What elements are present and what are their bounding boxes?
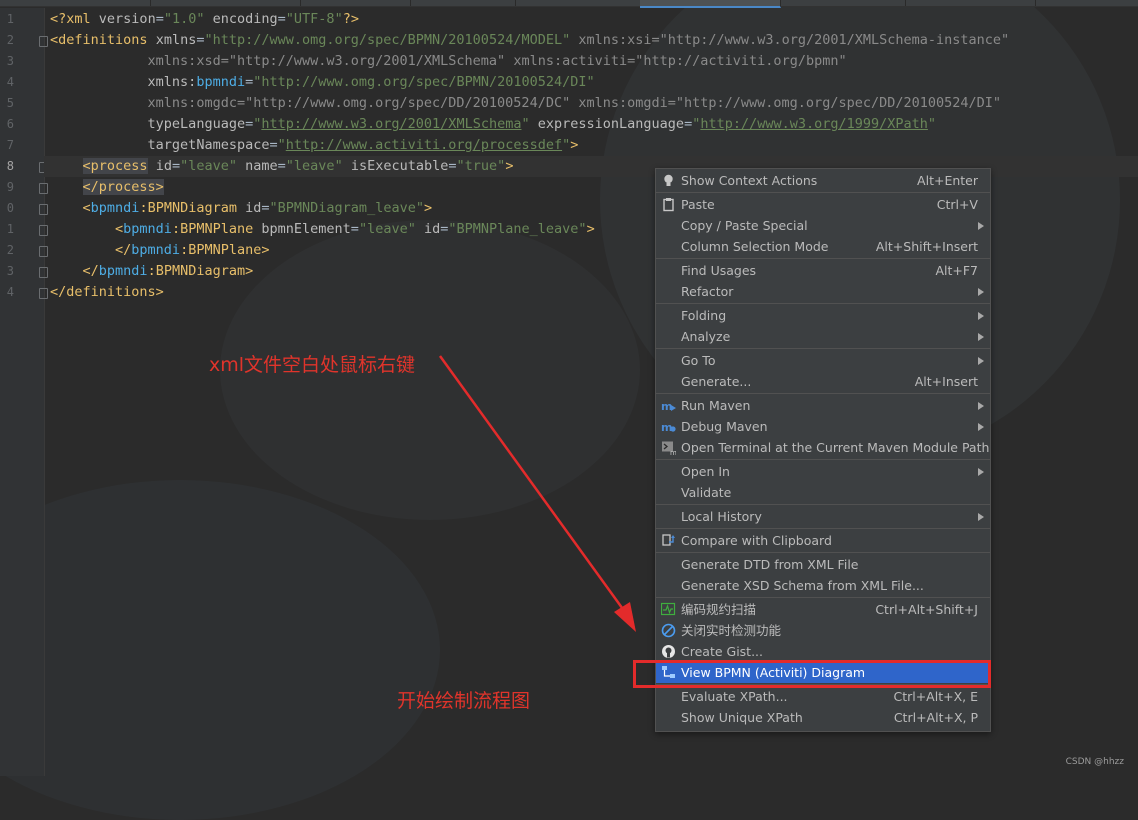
github-icon bbox=[661, 644, 676, 659]
menu-item-compare-with-clipboard[interactable]: Compare with Clipboard bbox=[656, 530, 990, 551]
menu-item-find-usages[interactable]: Find Usages Alt+F7 bbox=[656, 260, 990, 281]
svg-text:m: m bbox=[670, 449, 676, 455]
menu-item-generate[interactable]: Generate... Alt+Insert bbox=[656, 371, 990, 392]
compare-icon bbox=[661, 533, 676, 548]
submenu-arrow-icon bbox=[978, 312, 984, 320]
terminal-icon: m bbox=[661, 440, 677, 457]
menu-item-local-history[interactable]: Local History bbox=[656, 506, 990, 527]
submenu-arrow-icon bbox=[978, 423, 984, 431]
menu-item-show-context-actions[interactable]: Show Context Actions Alt+Enter bbox=[656, 170, 990, 191]
menu-item-evaluate-xpath[interactable]: Evaluate XPath... Ctrl+Alt+X, E bbox=[656, 686, 990, 707]
menu-item-folding[interactable]: Folding bbox=[656, 305, 990, 326]
scan-icon bbox=[660, 602, 676, 617]
menu-item-generate-xsd[interactable]: Generate XSD Schema from XML File... bbox=[656, 575, 990, 596]
bulb-icon bbox=[661, 173, 676, 188]
menu-item-refactor[interactable]: Refactor bbox=[656, 281, 990, 302]
maven-run-icon: m bbox=[661, 398, 676, 413]
editor-context-menu: Show Context Actions Alt+Enter Paste Ctrl+… bbox=[655, 168, 991, 732]
svg-text:m: m bbox=[661, 421, 672, 434]
menu-item-disable-realtime-check[interactable]: 关闭实时检测功能 bbox=[656, 620, 990, 641]
menu-item-column-selection-mode[interactable]: Column Selection Mode Alt+Shift+Insert bbox=[656, 236, 990, 257]
menu-item-generate-dtd[interactable]: Generate DTD from XML File bbox=[656, 554, 990, 575]
submenu-arrow-icon bbox=[978, 222, 984, 230]
menu-item-code-scan[interactable]: 编码规约扫描 Ctrl+Alt+Shift+J bbox=[656, 599, 990, 620]
maven-debug-icon: m bbox=[661, 419, 676, 434]
menu-item-validate[interactable]: Validate bbox=[656, 482, 990, 503]
menu-item-open-terminal-maven[interactable]: m Open Terminal at the Current Maven Mod… bbox=[656, 437, 990, 458]
disable-icon bbox=[661, 623, 676, 638]
menu-item-run-maven[interactable]: m Run Maven bbox=[656, 395, 990, 416]
menu-item-show-unique-xpath[interactable]: Show Unique XPath Ctrl+Alt+X, P bbox=[656, 707, 990, 728]
menu-item-open-in[interactable]: Open In bbox=[656, 461, 990, 482]
menu-item-analyze[interactable]: Analyze bbox=[656, 326, 990, 347]
submenu-arrow-icon bbox=[978, 468, 984, 476]
submenu-arrow-icon bbox=[978, 402, 984, 410]
submenu-arrow-icon bbox=[978, 288, 984, 296]
submenu-arrow-icon bbox=[978, 333, 984, 341]
highlight-box bbox=[633, 660, 991, 688]
menu-item-debug-maven[interactable]: m Debug Maven bbox=[656, 416, 990, 437]
clipboard-icon bbox=[661, 197, 676, 212]
submenu-arrow-icon bbox=[978, 513, 984, 521]
menu-item-go-to[interactable]: Go To bbox=[656, 350, 990, 371]
svg-text:m: m bbox=[661, 400, 672, 413]
submenu-arrow-icon bbox=[978, 357, 984, 365]
menu-item-paste[interactable]: Paste Ctrl+V bbox=[656, 194, 990, 215]
menu-item-create-gist[interactable]: Create Gist... bbox=[656, 641, 990, 662]
watermark: CSDN @hhzz bbox=[1065, 757, 1124, 767]
menu-item-copy-paste-special[interactable]: Copy / Paste Special bbox=[656, 215, 990, 236]
